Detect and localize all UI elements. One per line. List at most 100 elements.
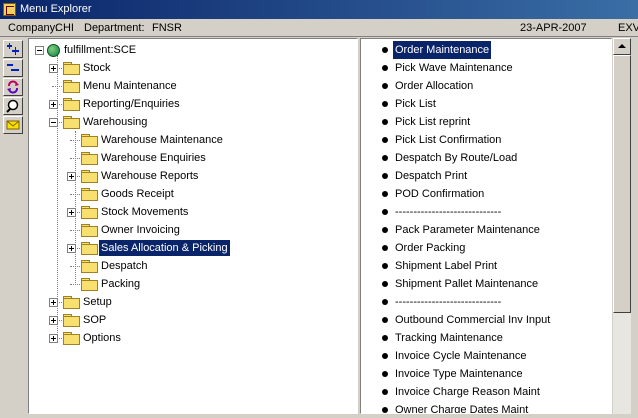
tree-item-label: Stock [83,62,111,74]
folder-icon [81,260,98,273]
tree-item-label: Sales Allocation & Picking [99,240,230,256]
menu-list-item[interactable]: Shipment Pallet Maintenance [361,275,611,293]
menu-list-item-label: Pick List reprint [395,116,471,128]
refresh-button[interactable] [3,78,23,96]
expand-toggle[interactable] [49,298,58,307]
menu-list-item[interactable]: Tracking Maintenance [361,329,611,347]
tree-item-label: Stock Movements [101,206,189,218]
tree-item[interactable]: SOP [49,312,313,328]
folder-icon [63,98,80,111]
tree-item[interactable]: Goods Receipt [70,186,331,202]
bullet-icon [382,245,388,251]
expand-toggle[interactable] [67,208,76,217]
menu-list-item[interactable]: Pick List reprint [361,113,611,131]
menu-list-item-label: Invoice Charge Reason Maint [395,386,540,398]
menu-list-item-label: ----------------------------- [395,296,502,308]
mail-button[interactable] [3,116,23,134]
collapse-all-icon [7,64,19,71]
menu-list-item[interactable]: Shipment Label Print [361,257,611,275]
bullet-icon [382,65,388,71]
menu-list-item[interactable]: Pack Parameter Maintenance [361,221,611,239]
tree-item[interactable]: Packing [70,276,331,292]
tree-item[interactable]: Reporting/Enquiries [49,96,313,112]
folder-icon [81,152,98,165]
bullet-icon [382,83,388,89]
expand-toggle[interactable] [49,64,58,73]
tree-item-label: Goods Receipt [101,188,174,200]
tree-item[interactable]: Sales Allocation & Picking [67,240,331,256]
menu-list-item-label: Owner Charge Dates Maint [395,404,529,414]
menu-list-item[interactable]: ----------------------------- [361,203,611,221]
collapse-toggle[interactable] [35,46,44,55]
expand-toggle[interactable] [49,316,58,325]
menu-list-item[interactable]: Pick List [361,95,611,113]
folder-icon [81,242,98,255]
bullet-icon [382,335,388,341]
menu-list-item-label: Shipment Pallet Maintenance [395,278,539,290]
tree-item[interactable]: Warehouse Reports [67,168,331,184]
menu-list-item[interactable]: Invoice Charge Reason Maint [361,383,611,401]
expand-toggle[interactable] [67,244,76,253]
tree-item[interactable]: Owner Invoicing [70,222,331,238]
tree-item[interactable]: Stock [49,60,313,76]
chevron-up-icon [618,44,626,48]
menu-list-item[interactable]: Order Allocation [361,77,611,95]
globe-icon [47,44,60,57]
window-edge [632,38,638,414]
menu-list-item-label: Pick List [395,98,436,110]
tree-item[interactable]: Despatch [70,258,331,274]
menu-list-item[interactable]: Pick List Confirmation [361,131,611,149]
menu-list-item-label: Invoice Type Maintenance [395,368,523,380]
menu-list-item[interactable]: ----------------------------- [361,293,611,311]
folder-icon [81,188,98,201]
tree-item[interactable]: Warehousing [49,114,313,130]
bullet-icon [382,209,388,215]
folder-icon [81,134,98,147]
tree-item-label: Reporting/Enquiries [83,98,180,110]
menu-list-item-label: Shipment Label Print [395,260,498,272]
tree-root[interactable]: fulfillment:SCE [33,42,233,58]
find-button[interactable] [3,97,23,115]
tree-item-label: Warehouse Maintenance [101,134,223,146]
tree-item[interactable]: Menu Maintenance [52,78,313,94]
tree-item[interactable]: Setup [49,294,313,310]
folder-icon [63,296,80,309]
tree-item[interactable]: Warehouse Enquiries [70,150,331,166]
bullet-icon [382,173,388,179]
tree-item[interactable]: Options [49,330,313,346]
menu-list-item[interactable]: Despatch By Route/Load [361,149,611,167]
collapse-all-button[interactable] [3,59,23,77]
app-icon [3,3,16,16]
menu-list-item-label: Tracking Maintenance [395,332,503,344]
menu-list-item[interactable]: Pick Wave Maintenance [361,59,611,77]
expand-toggle[interactable] [49,334,58,343]
menu-tree-panel[interactable]: fulfillment:SCE Stock Menu Maintenance Rep… [28,38,358,414]
scroll-up-button[interactable] [613,38,631,55]
menu-list-item[interactable]: Despatch Print [361,167,611,185]
expand-all-button[interactable] [3,40,23,58]
menu-list-item[interactable]: Order Packing [361,239,611,257]
tree-item[interactable]: Stock Movements [67,204,331,220]
folder-icon [81,170,98,183]
expand-toggle[interactable] [67,172,76,181]
menu-list-item-label: ----------------------------- [395,206,502,218]
collapse-toggle[interactable] [49,118,58,127]
menu-list-item[interactable]: POD Confirmation [361,185,611,203]
folder-icon [63,116,80,129]
menu-list-item[interactable]: Outbound Commercial Inv Input [361,311,611,329]
menu-items-panel[interactable]: Order Maintenance Pick Wave Maintenance Or… [360,38,612,414]
menu-list-item[interactable]: Invoice Type Maintenance [361,365,611,383]
expand-toggle[interactable] [49,100,58,109]
bullet-icon [382,281,388,287]
menu-list-item-label: Despatch Print [395,170,468,182]
vertical-scrollbar[interactable] [613,38,631,414]
menu-list-item[interactable]: Order Maintenance [361,40,611,60]
menu-list-item[interactable]: Owner Charge Dates Maint [361,401,611,414]
bullet-icon [382,299,388,305]
tree-item[interactable]: Warehouse Maintenance [70,132,331,148]
scroll-thumb[interactable] [613,55,631,313]
menu-list-item[interactable]: Invoice Cycle Maintenance [361,347,611,365]
department-label: Department: [84,22,145,34]
bullet-icon [382,263,388,269]
company-label: Company: [8,22,59,34]
